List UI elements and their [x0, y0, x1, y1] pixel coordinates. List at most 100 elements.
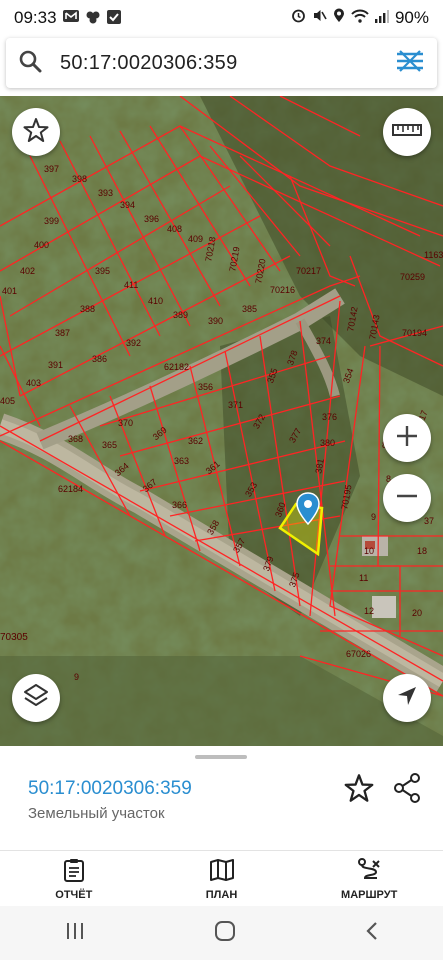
parcel-label: 397	[44, 164, 59, 174]
home-icon[interactable]	[214, 920, 236, 947]
weather-icon	[85, 10, 101, 27]
route-icon	[357, 857, 381, 885]
parcel-label: 356	[198, 382, 213, 392]
search-icon[interactable]	[18, 49, 42, 78]
report-clipboard-icon	[63, 858, 85, 885]
parcel-label: 405	[0, 396, 15, 406]
parcel-label: 371	[228, 400, 243, 410]
property-type: Земельный участок	[28, 805, 165, 822]
mute-icon	[312, 8, 327, 28]
zoom-in-button[interactable]	[383, 414, 431, 462]
parcel-label: 67026	[346, 649, 371, 659]
star-outline-icon[interactable]	[344, 773, 374, 808]
parcel-label: 411	[124, 280, 138, 290]
cadastral-number: 50:17:0020306:359	[28, 778, 192, 799]
alarm-icon	[291, 8, 306, 28]
parcel-label: 366	[172, 500, 187, 510]
search-input[interactable]: 50:17:0020306:359	[60, 52, 395, 75]
parcel-label: 409	[188, 234, 203, 244]
navigation-arrow-icon	[396, 685, 418, 712]
parcel-label: 368	[68, 434, 83, 444]
parcel-label: 18	[417, 546, 427, 556]
nav-plan-label: ПЛАН	[205, 888, 238, 901]
ruler-icon	[392, 123, 422, 142]
parcel-label: 399	[44, 216, 59, 226]
parcel-label: 392	[126, 338, 141, 348]
nav-plan[interactable]: ПЛАН	[148, 851, 296, 907]
nav-route-label: МАРШРУТ	[341, 888, 398, 901]
parcel-label: 385	[242, 304, 257, 314]
parcel-label: 70194	[402, 328, 427, 338]
wifi-icon	[351, 9, 369, 28]
parcel-label: 394	[120, 200, 135, 210]
favorite-map-button[interactable]	[12, 108, 60, 156]
status-time: 09:33	[14, 8, 57, 27]
plus-icon	[394, 423, 420, 454]
zoom-out-button[interactable]	[383, 474, 431, 522]
parcel-label: 403	[26, 378, 41, 388]
nav-report-label: ОТЧЁТ	[55, 888, 93, 901]
clear-lines-icon[interactable]	[395, 49, 425, 77]
parcel-label: 9	[371, 512, 376, 522]
map-view[interactable]: 397 398 399 400 401 402 393 394 395 396 …	[0, 96, 443, 746]
signal-icon	[374, 9, 389, 28]
parcel-label: 11	[359, 573, 368, 583]
satellite-map: 397 398 399 400 401 402 393 394 395 396 …	[0, 96, 443, 746]
bottom-navigation: ОТЧЁТ ПЛАН МАРШРУТ	[0, 850, 443, 907]
share-icon[interactable]	[393, 773, 421, 808]
parcel-label: 387	[55, 328, 70, 338]
parcel-label: 380	[320, 438, 335, 448]
map-book-icon	[209, 858, 235, 885]
status-bar: 09:33 90%	[0, 0, 443, 36]
parcel-label: 20	[412, 608, 422, 618]
parcel-label: 62184	[58, 484, 83, 494]
parcel-label: 389	[173, 310, 188, 320]
parcel-label: 70259	[400, 272, 425, 282]
parcel-label: 408	[167, 224, 182, 234]
parcel-label: 37	[424, 516, 434, 526]
my-location-button[interactable]	[383, 674, 431, 722]
parcel-label: 374	[316, 336, 331, 346]
parcel-label: 363	[174, 456, 189, 466]
parcel-label: 410	[148, 296, 163, 306]
parcel-label: 401	[2, 286, 17, 296]
nav-route[interactable]: МАРШРУТ	[295, 851, 443, 907]
parcel-label: 391	[48, 360, 63, 370]
system-navigation-bar	[0, 906, 443, 960]
nav-report[interactable]: ОТЧЁТ	[0, 851, 148, 907]
parcel-label: 395	[95, 266, 110, 276]
parcel-label: 1163	[424, 250, 443, 260]
search-bar[interactable]: 50:17:0020306:359	[6, 38, 437, 88]
location-icon	[333, 8, 345, 28]
parcel-label: 70216	[270, 285, 295, 295]
parcel-label: 370	[118, 418, 133, 428]
parcel-label: 12	[364, 606, 374, 616]
battery-percent: 90%	[394, 8, 429, 27]
parcel-label: 398	[72, 174, 87, 184]
layers-button[interactable]	[12, 674, 60, 722]
parcel-label: 402	[20, 266, 35, 276]
parcel-label: 9	[74, 672, 79, 682]
sheet-drag-handle[interactable]	[195, 755, 247, 759]
parcel-label: 70305	[0, 632, 28, 643]
recents-icon[interactable]	[65, 922, 85, 945]
parcel-label: 365	[102, 440, 117, 450]
parcel-label: 386	[92, 354, 107, 364]
parcel-label: 376	[322, 412, 337, 422]
parcel-label: 62182	[164, 362, 189, 372]
minus-icon	[394, 483, 420, 514]
parcel-label: 396	[144, 214, 159, 224]
parcel-label: 393	[98, 188, 113, 198]
layers-icon	[22, 682, 50, 715]
ruler-button[interactable]	[383, 108, 431, 156]
checkbox-icon	[106, 9, 121, 27]
parcel-label: 388	[80, 304, 95, 314]
parcel-label: 70217	[296, 266, 321, 276]
messages-icon	[62, 9, 79, 27]
parcel-label: 10	[364, 546, 374, 556]
parcel-label: 390	[208, 316, 223, 326]
parcel-label: 362	[188, 436, 203, 446]
star-icon	[23, 117, 49, 148]
parcel-label: 400	[34, 240, 49, 250]
back-icon[interactable]	[365, 921, 379, 946]
